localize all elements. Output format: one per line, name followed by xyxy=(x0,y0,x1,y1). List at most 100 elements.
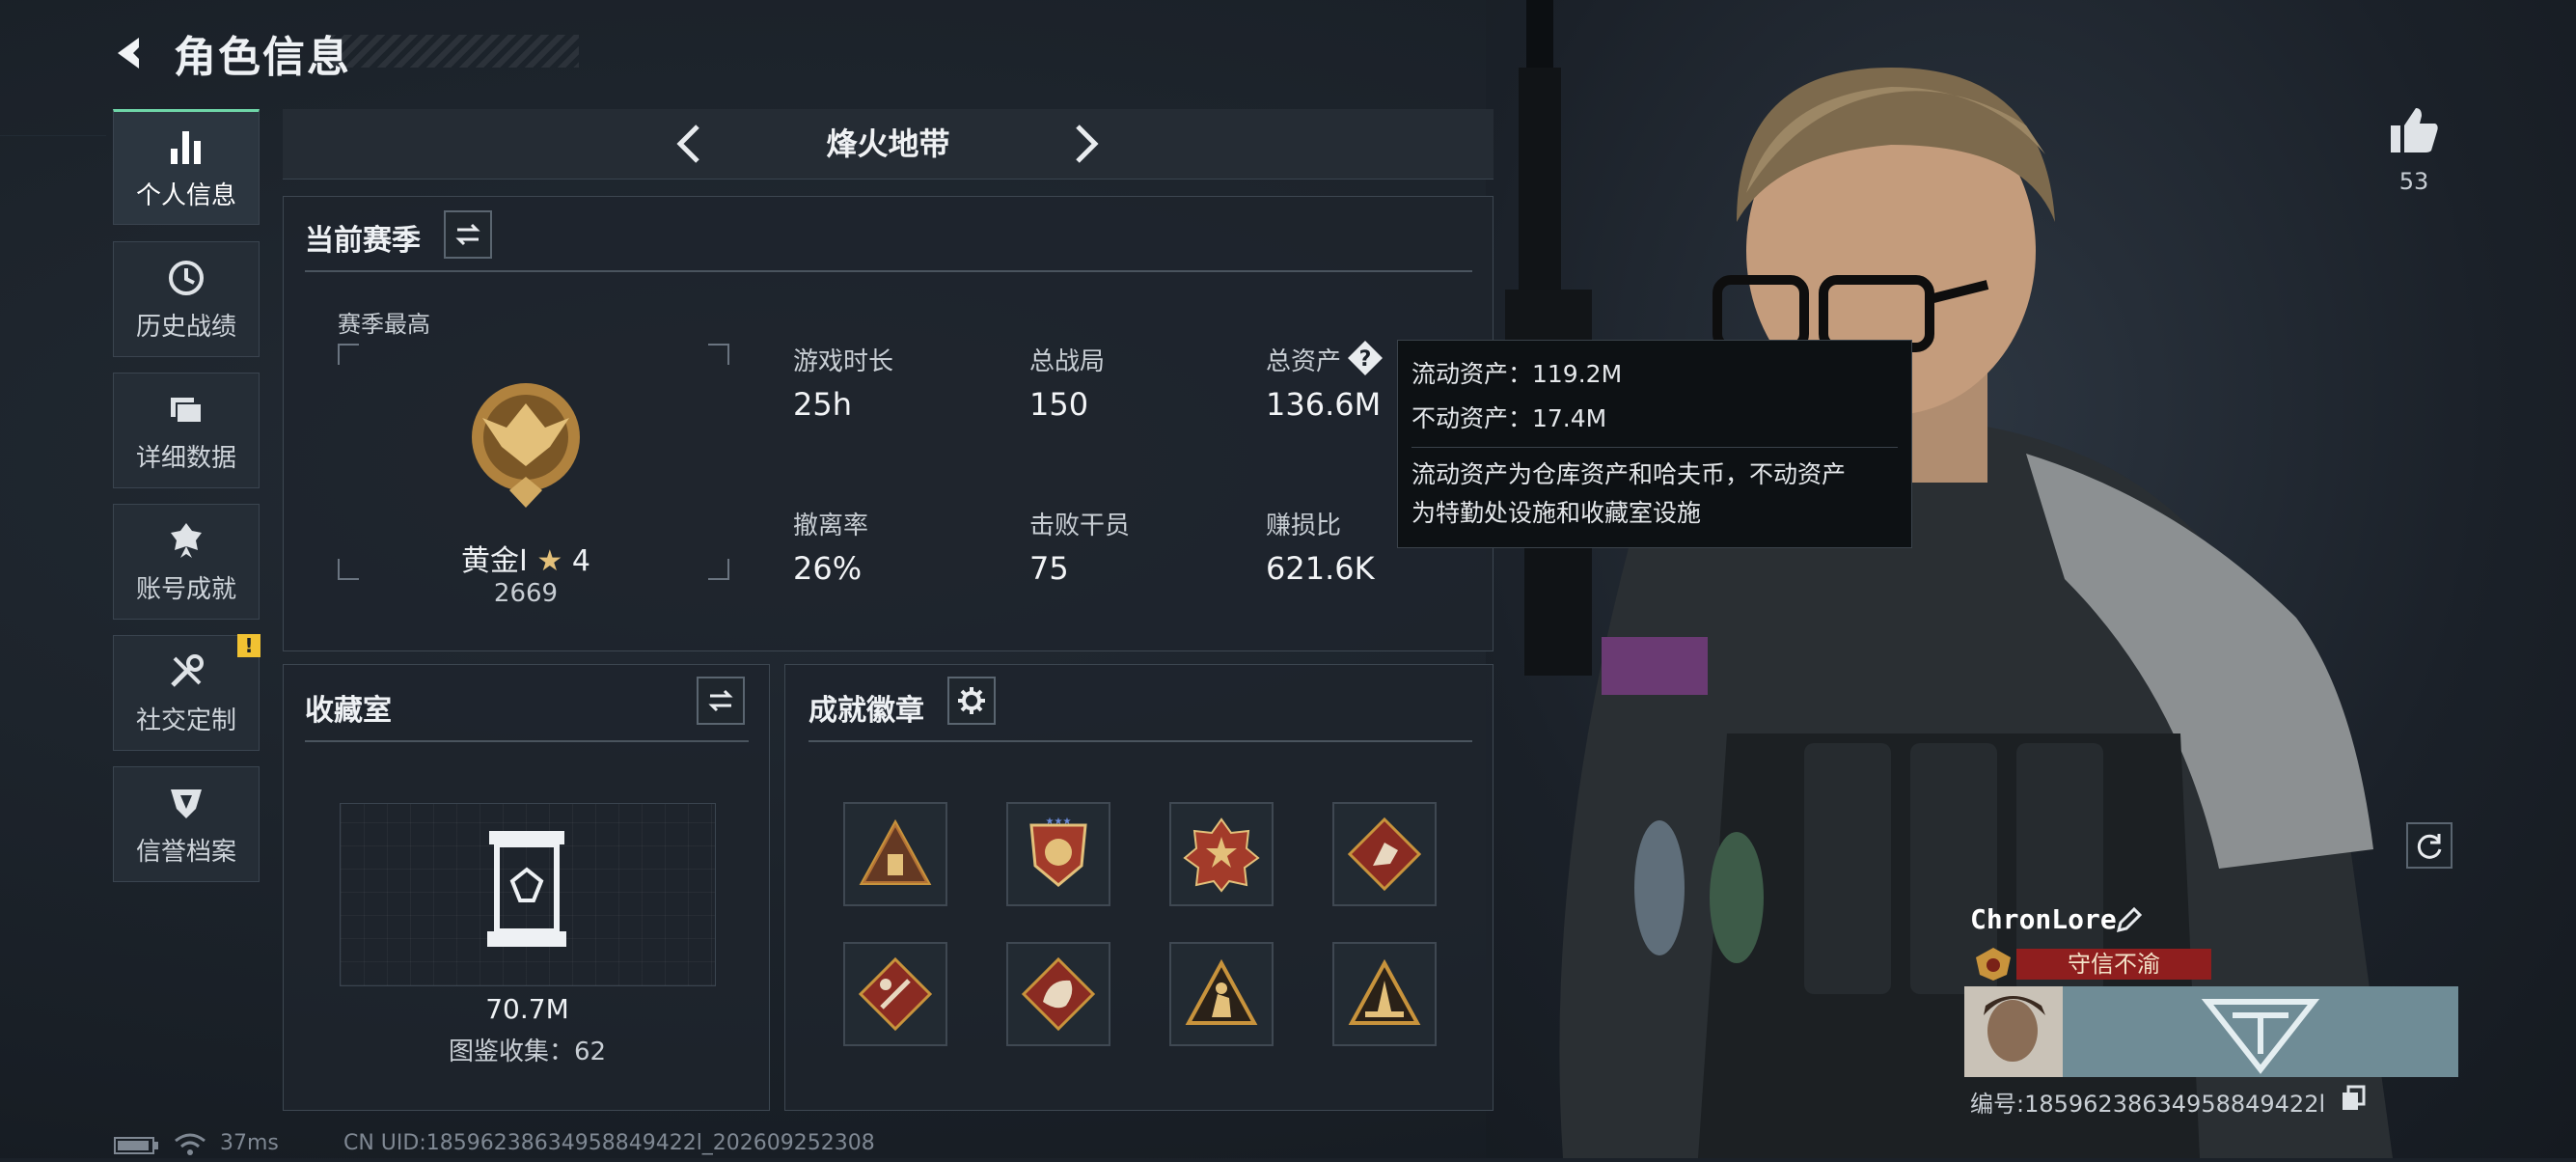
frame-corner xyxy=(708,344,729,365)
battery-icon xyxy=(114,1137,160,1154)
header-hatch-decoration xyxy=(328,35,579,68)
question-icon: ? xyxy=(1348,341,1383,375)
achievement-badge[interactable] xyxy=(1169,942,1274,1046)
copy-icon xyxy=(2343,1085,2366,1110)
bar-chart-icon xyxy=(165,125,207,168)
achievement-badge[interactable] xyxy=(1169,802,1274,906)
header: 角色信息 xyxy=(108,19,351,87)
thumbs-up-icon xyxy=(2391,108,2438,152)
tooltip-fixed-assets: 不动资产：17.4M xyxy=(1411,404,1607,432)
mode-name: 烽火地带 xyxy=(826,125,950,162)
tooltip-description-1: 流动资产为仓库资产和哈夫币，不动资产 xyxy=(1411,460,1847,488)
avatar[interactable] xyxy=(1964,986,2063,1077)
stat-label: 总资产 xyxy=(1266,347,1342,376)
player-title-tag: 守信不渝 xyxy=(2016,949,2211,980)
stat-label: 赚损比 xyxy=(1266,512,1342,540)
divider xyxy=(808,740,1472,742)
collection-display[interactable] xyxy=(340,803,716,986)
achievement-badge[interactable] xyxy=(843,942,947,1046)
name-card-banner[interactable] xyxy=(2063,986,2458,1077)
rank-stars: 4 xyxy=(571,544,590,578)
player-uid: 编号:18596238634958849422l xyxy=(1970,1091,2326,1118)
sidebar-item-label: 账号成就 xyxy=(135,574,236,604)
back-arrow-icon xyxy=(118,38,139,69)
rank-name-row: 黄金Ⅰ ★ 4 xyxy=(453,537,598,579)
tooltip-liquid-assets: 流动资产：119.2M xyxy=(1411,360,1623,388)
svg-text:★★★: ★★★ xyxy=(1046,816,1072,827)
collection-title: 收藏室 xyxy=(305,694,392,728)
star-icon: ★ xyxy=(536,544,563,578)
sidebar-item-label: 社交定制 xyxy=(135,706,236,735)
collection-catalog: 图鉴收集：62 xyxy=(448,1038,607,1066)
medal-icon xyxy=(165,519,207,562)
swap-icon xyxy=(708,689,733,712)
season-title: 当前赛季 xyxy=(305,224,421,258)
swap-icon xyxy=(455,223,480,246)
rank-name: 黄金Ⅰ xyxy=(461,544,528,578)
stat-label: 总战局 xyxy=(1029,347,1106,376)
achievement-badge[interactable] xyxy=(1332,942,1437,1046)
sidebar-item-history[interactable]: 历史战绩 xyxy=(113,241,260,357)
sidebar-item-personal-info[interactable]: 个人信息 xyxy=(113,109,260,225)
stat-value: 75 xyxy=(1029,550,1069,587)
sidebar-item-reputation[interactable]: 信誉档案 xyxy=(113,766,260,882)
ping-text: 37ms xyxy=(220,1131,279,1155)
sidebar-item-detailed-data[interactable]: 详细数据 xyxy=(113,373,260,488)
stat-label: 游戏时长 xyxy=(793,347,894,376)
folder-icon xyxy=(165,388,207,430)
stat-value: 136.6M xyxy=(1266,386,1382,423)
next-mode-button[interactable] xyxy=(1064,123,1107,165)
asset-tooltip: 流动资产：119.2M 不动资产：17.4M 流动资产为仓库资产和哈夫币，不动资… xyxy=(1397,340,1912,548)
sidebar-item-social-custom[interactable]: 社交定制 ! xyxy=(113,634,260,751)
achievements-title: 成就徽章 xyxy=(808,694,924,728)
player-name: ChronLore xyxy=(1970,903,2117,935)
achievement-badge[interactable]: ★★★ xyxy=(1006,802,1110,906)
stat-value: 621.6K xyxy=(1266,550,1375,587)
divider xyxy=(305,270,1472,272)
gear-icon xyxy=(958,687,985,714)
title-emblem-icon xyxy=(1970,946,2016,982)
rotate-character-button[interactable] xyxy=(2406,822,2453,869)
page-title: 角色信息 xyxy=(174,33,351,82)
achievements-settings-button[interactable] xyxy=(947,677,996,725)
mode-selector: 烽火地带 xyxy=(283,109,1494,180)
sidebar-item-achievements[interactable]: 账号成就 xyxy=(113,504,260,620)
like-button[interactable] xyxy=(2387,104,2441,158)
season-best-label: 赛季最高 xyxy=(338,311,430,338)
rank-score: 2669 xyxy=(493,579,559,608)
stat-value: 25h xyxy=(793,386,852,423)
pencil-icon xyxy=(2116,906,2143,933)
asset-help-button[interactable]: ? xyxy=(1347,340,1384,376)
tools-icon xyxy=(165,650,207,693)
stat-value: 26% xyxy=(793,550,863,587)
achievements-panel: 成就徽章 ★★★ xyxy=(784,664,1494,1111)
stat-label: 击败干员 xyxy=(1029,512,1131,540)
clock-history-icon xyxy=(165,257,207,299)
svg-text:?: ? xyxy=(1359,347,1372,372)
sidebar-item-label: 详细数据 xyxy=(135,443,236,473)
edit-name-button[interactable] xyxy=(2115,905,2144,934)
collection-switch-button[interactable] xyxy=(697,677,745,725)
copy-uid-button[interactable] xyxy=(2341,1085,2366,1112)
achievement-badge[interactable] xyxy=(1332,802,1437,906)
achievement-badge[interactable] xyxy=(843,802,947,906)
delta-logo-icon xyxy=(2201,999,2320,1074)
divider xyxy=(305,740,749,742)
divider xyxy=(1411,447,1898,448)
achievement-badge[interactable] xyxy=(1006,942,1110,1046)
sidebar-item-label: 历史战绩 xyxy=(135,312,236,342)
sidebar-item-label: 个人信息 xyxy=(135,180,236,210)
collection-panel: 收藏室 70.7M 图鉴收集：62 xyxy=(283,664,770,1111)
display-case-icon xyxy=(487,831,566,947)
tooltip-description-2: 为特勤处设施和收藏室设施 xyxy=(1411,499,1702,527)
deco-line xyxy=(0,135,106,136)
back-button[interactable] xyxy=(108,30,154,76)
season-switch-button[interactable] xyxy=(444,210,492,259)
collection-value: 70.7M xyxy=(485,993,569,1025)
frame-corner xyxy=(338,344,359,365)
season-panel: 当前赛季 赛季最高 黄金Ⅰ ★ 4 2669 游戏时长 25h 总战局 150 … xyxy=(283,196,1494,651)
alert-badge: ! xyxy=(237,634,260,657)
frame-corner xyxy=(338,559,359,580)
cn-uid-text: CN UID:18596238634958849422l_20260925230… xyxy=(343,1131,875,1155)
stat-label: 撤离率 xyxy=(793,512,869,540)
